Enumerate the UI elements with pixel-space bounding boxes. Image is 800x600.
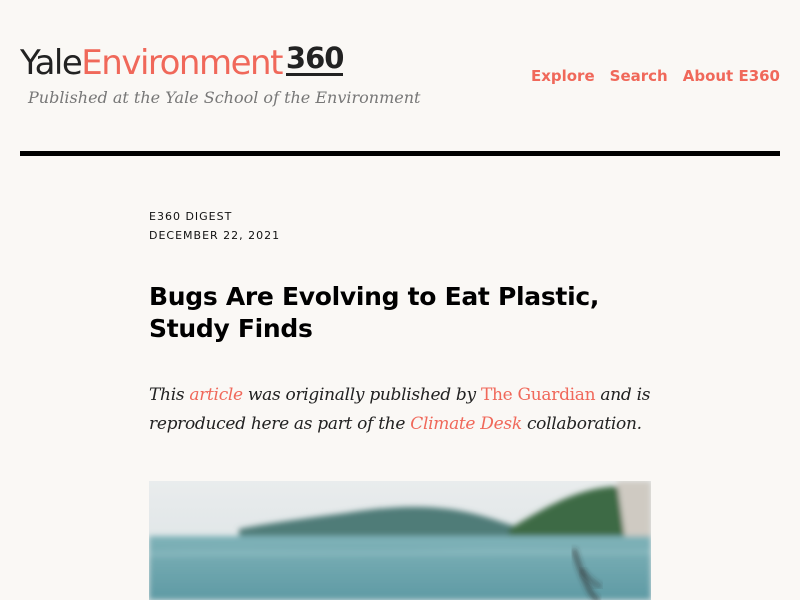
logo-environment-text: Environment xyxy=(81,43,283,83)
hero-image xyxy=(149,481,651,600)
guardian-link[interactable]: The Guardian xyxy=(481,385,596,405)
intro-text-2: was originally published by xyxy=(247,385,476,405)
article-intro: This article was originally published by… xyxy=(149,381,659,439)
section-label-link[interactable]: E360 Digest xyxy=(149,210,232,223)
nav-explore-link[interactable]: Explore xyxy=(531,67,595,85)
intro-text-1: This xyxy=(149,385,185,405)
logo-360-text: 360 xyxy=(285,41,344,76)
article-title: Bugs Are Evolving to Eat Plastic, Study … xyxy=(149,282,600,343)
site-tagline: Published at the Yale School of the Envi… xyxy=(28,88,421,107)
logo-yale-text: Yale xyxy=(20,43,83,83)
header-divider xyxy=(20,151,780,156)
climate-desk-link[interactable]: Climate Desk xyxy=(410,414,522,434)
article-meta: E360 Digest December 22, 2021 xyxy=(149,207,280,245)
article-link[interactable]: article xyxy=(189,385,243,405)
nav-search-link[interactable]: Search xyxy=(610,67,668,85)
site-logo[interactable]: Yale Environment 360 xyxy=(20,36,344,83)
nav-about-link[interactable]: About E360 xyxy=(683,67,780,85)
article-date: December 22, 2021 xyxy=(149,229,281,242)
intro-text-4: collaboration. xyxy=(526,414,642,434)
main-nav: Explore Search About E360 xyxy=(531,67,780,85)
